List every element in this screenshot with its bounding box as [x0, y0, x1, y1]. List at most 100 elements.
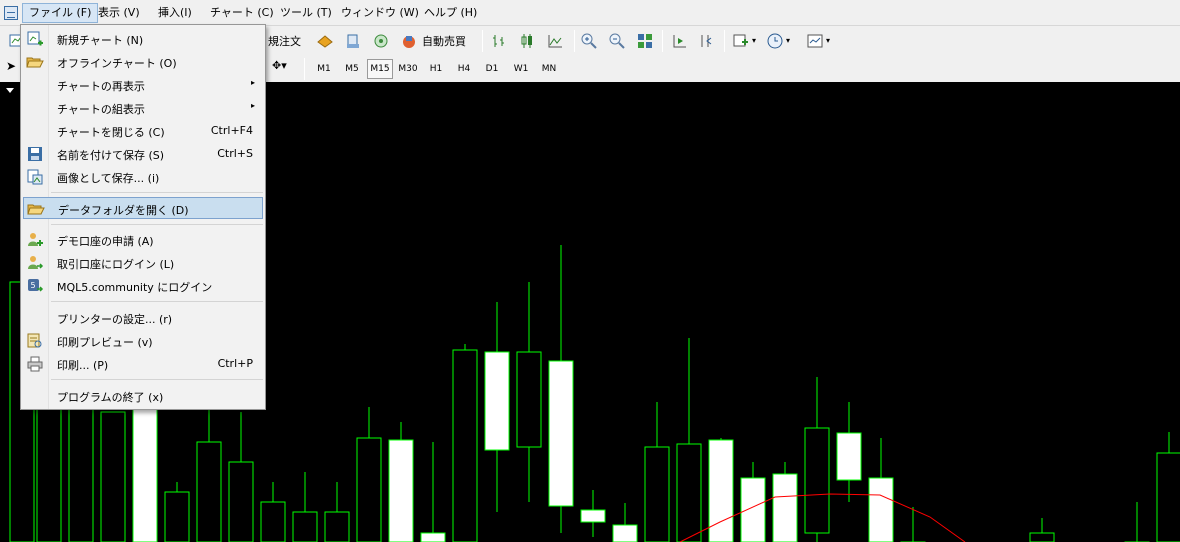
menu-item-save-as-picture[interactable]: 画像として保存... (i)	[23, 166, 263, 188]
menu-item-login-mql5[interactable]: 5 MQL5.community にログイン	[23, 275, 263, 297]
templates-icon[interactable]	[806, 32, 824, 50]
menu-chart[interactable]: チャート (C)	[204, 3, 280, 23]
chart-window-icon[interactable]	[4, 6, 18, 20]
expert-advisor-icon[interactable]	[400, 32, 418, 50]
auto-scroll-icon[interactable]	[670, 32, 688, 50]
candle-body	[100, 411, 126, 542]
menu-tools[interactable]: ツール (T)	[274, 3, 338, 23]
menu-help[interactable]: ヘルプ (H)	[418, 3, 483, 23]
timeframe-m1[interactable]: M1	[312, 59, 336, 79]
printer-icon	[27, 356, 43, 372]
new-order-button[interactable]: 規注文	[268, 33, 301, 49]
candle-body	[868, 477, 894, 542]
menu-item-label: チャートの組表示	[57, 103, 145, 116]
candle-body	[420, 532, 446, 542]
auto-trading-button[interactable]: 自動売買	[422, 33, 466, 49]
bar-chart-icon[interactable]	[490, 32, 508, 50]
menu-view[interactable]: 表示 (V)	[92, 3, 146, 23]
menu-item-new-chart[interactable]: 新規チャート (N)	[23, 28, 263, 50]
timeframe-h4[interactable]: H4	[452, 59, 476, 79]
timeframe-m30[interactable]: M30	[395, 59, 421, 79]
candle-body	[228, 461, 254, 542]
timeframe-w1[interactable]: W1	[508, 59, 534, 79]
candle-body	[580, 509, 606, 523]
candle-body	[836, 432, 862, 481]
menu-item-label: チャートを閉じる (C)	[57, 126, 165, 139]
menu-file[interactable]: ファイル (F)	[22, 3, 99, 23]
menu-insert[interactable]: 挿入(I)	[152, 3, 198, 23]
tile-windows-icon[interactable]	[636, 32, 654, 50]
candle-body	[388, 439, 414, 542]
save-image-icon	[27, 169, 43, 185]
timeframe-m5[interactable]: M5	[340, 59, 364, 79]
folder-open-icon	[26, 57, 44, 68]
line-chart-icon[interactable]	[546, 32, 564, 50]
menu-item-offline-chart[interactable]: オフラインチャート (O)	[23, 51, 263, 73]
menu-item-open-data-folder[interactable]: データフォルダを開く (D)	[23, 197, 263, 219]
print-preview-icon	[27, 333, 42, 348]
menu-item-close-chart[interactable]: チャートを閉じる (C) Ctrl+F4	[23, 120, 263, 142]
new-chart-icon	[27, 31, 43, 46]
candle-body	[548, 360, 574, 507]
save-icon	[28, 147, 42, 161]
menu-item-print[interactable]: 印刷... (P) Ctrl+P	[23, 353, 263, 375]
candle-body	[740, 477, 766, 542]
candle-body	[356, 437, 382, 542]
timeframe-m15[interactable]: M15	[367, 59, 393, 79]
menu-item-reload-chart[interactable]: チャートの再表示 ▸	[23, 74, 263, 96]
candle-body	[196, 441, 222, 542]
menu-item-label: MQL5.community にログイン	[57, 281, 213, 294]
toolbar-separator	[304, 58, 305, 80]
menu-item-printer-setup[interactable]: プリンターの設定... (r)	[23, 307, 263, 329]
cursor-icon[interactable]: ➤	[6, 59, 16, 73]
candle-body	[612, 524, 638, 542]
menu-item-chart-set[interactable]: チャートの組表示 ▸	[23, 97, 263, 119]
menu-item-label: 取引口座にログイン (L)	[57, 258, 175, 271]
menu-item-shortcut: Ctrl+S	[217, 147, 253, 160]
menu-item-label: データフォルダを開く (D)	[58, 204, 189, 217]
menu-item-label: 新規チャート (N)	[57, 34, 144, 47]
templates-dropdown-arrow[interactable]: ▾	[826, 36, 830, 45]
candle-body	[260, 501, 286, 542]
menu-item-shortcut: Ctrl+F4	[210, 124, 253, 137]
indicators-icon[interactable]	[732, 32, 750, 50]
candlestick-chart-icon[interactable]	[518, 32, 536, 50]
menu-item-label: 画像として保存... (i)	[57, 172, 160, 185]
menu-window[interactable]: ウィンドウ (W)	[335, 3, 425, 23]
menu-item-login-trade-account[interactable]: 取引口座にログイン (L)	[23, 252, 263, 274]
periods-dropdown-arrow[interactable]: ▾	[786, 36, 790, 45]
menu-item-label: 名前を付けて保存 (S)	[57, 149, 165, 162]
candle-body	[772, 473, 798, 542]
mql5-login-icon: 5	[28, 279, 44, 292]
menu-separator	[51, 379, 263, 380]
zoom-out-icon[interactable]	[608, 32, 626, 50]
market-watch-icon[interactable]	[316, 32, 334, 50]
candle-body	[132, 406, 158, 542]
timeframe-h1[interactable]: H1	[424, 59, 448, 79]
chart-shift-icon[interactable]	[698, 32, 716, 50]
menu-item-print-preview[interactable]: 印刷プレビュー (v)	[23, 330, 263, 352]
signal-icon[interactable]	[372, 32, 390, 50]
menu-item-open-demo-account[interactable]: デモ口座の申請 (A)	[23, 229, 263, 251]
candle-body	[1156, 452, 1180, 542]
chart-menu-arrow-icon[interactable]	[6, 88, 14, 93]
menu-item-save-as[interactable]: 名前を付けて保存 (S) Ctrl+S	[23, 143, 263, 165]
menu-item-label: チャートの再表示	[57, 80, 145, 93]
toolbar-separator	[724, 30, 725, 52]
candle-body	[164, 491, 190, 542]
candle-body	[484, 351, 510, 451]
periods-clock-icon[interactable]	[766, 32, 784, 50]
folder-icon	[27, 204, 45, 215]
demo-account-icon	[28, 233, 43, 246]
zoom-in-icon[interactable]	[580, 32, 598, 50]
menu-item-label: オフラインチャート (O)	[57, 57, 177, 70]
data-window-icon[interactable]	[344, 32, 362, 50]
toolbar-separator	[574, 30, 575, 52]
timeframe-mn[interactable]: MN	[536, 59, 562, 79]
timeframe-d1[interactable]: D1	[480, 59, 504, 79]
menu-item-exit[interactable]: プログラムの終了 (x)	[23, 385, 263, 407]
menu-item-label: デモ口座の申請 (A)	[57, 235, 154, 248]
draw-tools-icon[interactable]: ✥▾	[272, 59, 287, 72]
menu-separator	[51, 301, 263, 302]
indicators-dropdown-arrow[interactable]: ▾	[752, 36, 756, 45]
